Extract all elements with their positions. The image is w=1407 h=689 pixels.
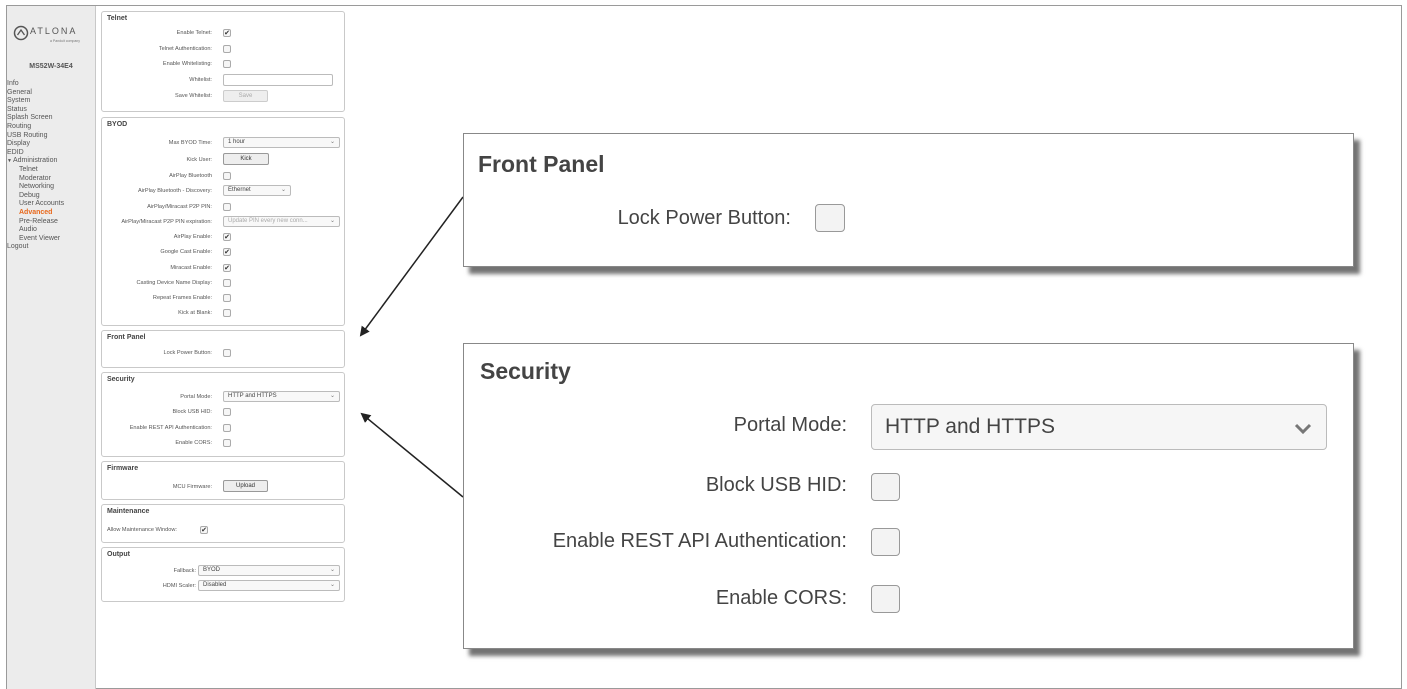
callout-cors-label: Enable CORS: [715,587,847,609]
callout-cors-checkbox[interactable] [871,585,900,613]
callout-rest-auth-label: Enable REST API Authentication: [552,530,847,552]
callout-title: Security [480,358,571,384]
callout-lock-power-label: Lock Power Button: [617,207,791,229]
callout-portal-mode-label: Portal Mode: [733,414,847,436]
callout-portal-mode-value: HTTP and HTTPS [885,415,1055,438]
callout-rest-auth-checkbox[interactable] [871,528,900,556]
security-arrow [360,412,464,498]
callout-title: Front Panel [478,151,605,177]
chevron-down-icon [1294,423,1312,434]
callout-block-usb-label: Block USB HID: [705,474,847,496]
callout-block-usb-checkbox[interactable] [871,473,900,501]
front-panel-arrow [359,196,464,337]
security-callout: Security Portal Mode: HTTP and HTTPS Blo… [463,343,1354,649]
callout-portal-mode-select[interactable]: HTTP and HTTPS [871,404,1327,450]
callout-lock-power-checkbox[interactable] [815,204,845,232]
front-panel-callout: Front Panel Lock Power Button: [463,133,1354,267]
